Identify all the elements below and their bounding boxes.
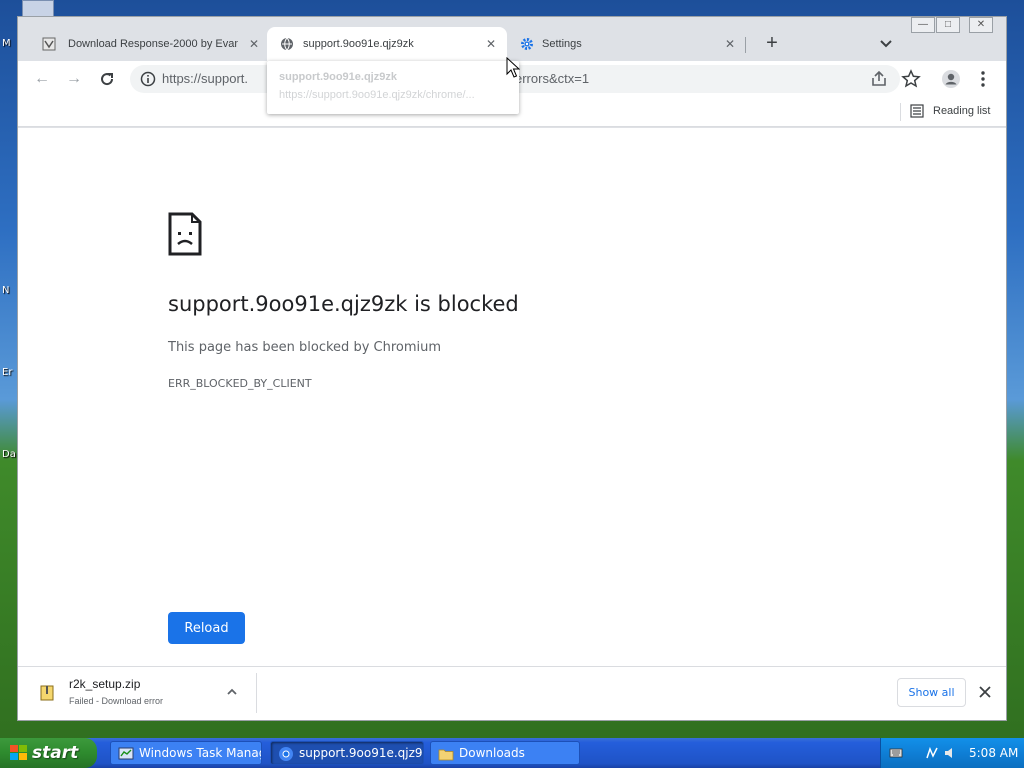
network-icon[interactable] [925,746,939,760]
divider [256,673,257,713]
tab-support-blocked[interactable]: support.9oo91e.qjz9zk ✕ [267,27,507,61]
tab-search-icon[interactable] [878,35,894,51]
reading-list-button[interactable]: Reading list [933,105,990,117]
page-title: support.9oo91e.qjz9zk is blocked [168,292,519,316]
profile-avatar-icon[interactable] [941,69,961,89]
taskbar-item-downloads[interactable]: Downloads [430,741,580,765]
close-window-button[interactable]: ✕ [969,17,993,33]
show-all-button[interactable]: Show all [897,678,966,707]
share-icon[interactable] [869,69,889,89]
windows-logo-icon [10,745,27,760]
close-tab-icon[interactable]: ✕ [483,36,499,52]
sad-page-icon [168,212,202,256]
menu-kebab-icon[interactable] [973,69,993,89]
desktop-icon-label[interactable]: M [2,38,11,49]
forward-button[interactable]: → [64,69,84,89]
download-status: Failed - Download error [69,696,164,706]
desktop-icon-label[interactable]: Da [2,449,16,460]
clock[interactable]: 5:08 AM [969,746,1018,760]
response-favicon-icon [42,37,56,51]
zip-file-icon [40,685,54,701]
task-manager-icon [118,747,134,760]
start-button[interactable]: start [0,738,97,768]
reload-button[interactable]: Reload [168,612,245,644]
browser-window: — □ ✕ Download Response-2000 by Evan B ✕… [17,16,1007,721]
info-icon[interactable] [140,71,156,87]
download-shelf: r2k_setup.zip Failed - Download error Sh… [18,666,1006,720]
hover-card-title: support.9oo91e.qjz9zk [279,71,397,83]
divider [900,103,901,121]
chromium-icon [279,747,293,761]
taskbar-item-label: Windows Task Manager [139,746,261,760]
error-description: This page has been blocked by Chromium [168,340,442,355]
tab-title: Settings [542,38,582,50]
start-label: start [32,743,79,763]
system-tray: 5:08 AM [880,738,1024,768]
keyboard-icon[interactable] [889,746,903,760]
taskbar-item-chrome[interactable]: support.9oo91e.qjz9... [270,741,424,765]
reload-icon[interactable] [97,69,117,89]
taskbar-item-label: support.9oo91e.qjz9... [299,746,424,760]
close-tab-icon[interactable]: ✕ [246,36,262,52]
download-filename[interactable]: r2k_setup.zip [69,677,140,691]
close-icon[interactable] [978,685,992,699]
folder-icon [438,749,454,761]
reading-list-icon[interactable] [910,104,924,118]
globe-icon [281,37,293,51]
gear-icon [521,38,533,50]
tab-title: support.9oo91e.qjz9zk [303,38,414,50]
close-tab-icon[interactable]: ✕ [722,36,738,52]
tab-strip: — □ ✕ Download Response-2000 by Evan B ✕… [18,17,1006,61]
error-page: support.9oo91e.qjz9zk is blocked This pa… [18,128,1006,666]
desktop-icon-label[interactable]: Er [2,367,12,378]
minimize-button[interactable]: — [911,17,935,33]
back-button[interactable]: ← [32,69,52,89]
desktop-icon-label[interactable]: N [2,285,9,296]
tab-download-response[interactable]: Download Response-2000 by Evan B ✕ [22,27,264,61]
new-tab-button[interactable]: + [760,32,784,56]
taskbar: start Windows Task Manager support.9oo91… [0,738,1024,768]
error-code: ERR_BLOCKED_BY_CLIENT [168,377,312,390]
chevron-up-icon[interactable] [225,685,239,699]
url-text-end[interactable]: errors&ctx=1 [515,71,589,86]
maximize-button[interactable]: □ [936,17,960,33]
bookmark-star-icon[interactable] [901,69,921,89]
mouse-cursor-icon [506,57,520,78]
tab-title: Download Response-2000 by Evan B [68,38,238,50]
url-text-start[interactable]: https://support. [162,71,248,86]
hover-card-url: https://support.9oo91e.qjz9zk/chrome/... [279,89,475,101]
taskbar-item-label: Downloads [459,746,525,760]
volume-icon[interactable] [943,746,957,760]
tab-hover-card: support.9oo91e.qjz9zk https://support.9o… [267,61,519,114]
tab-settings[interactable]: Settings ✕ [510,27,742,61]
taskbar-item-task-manager[interactable]: Windows Task Manager [110,741,262,765]
tab-separator [745,37,746,53]
